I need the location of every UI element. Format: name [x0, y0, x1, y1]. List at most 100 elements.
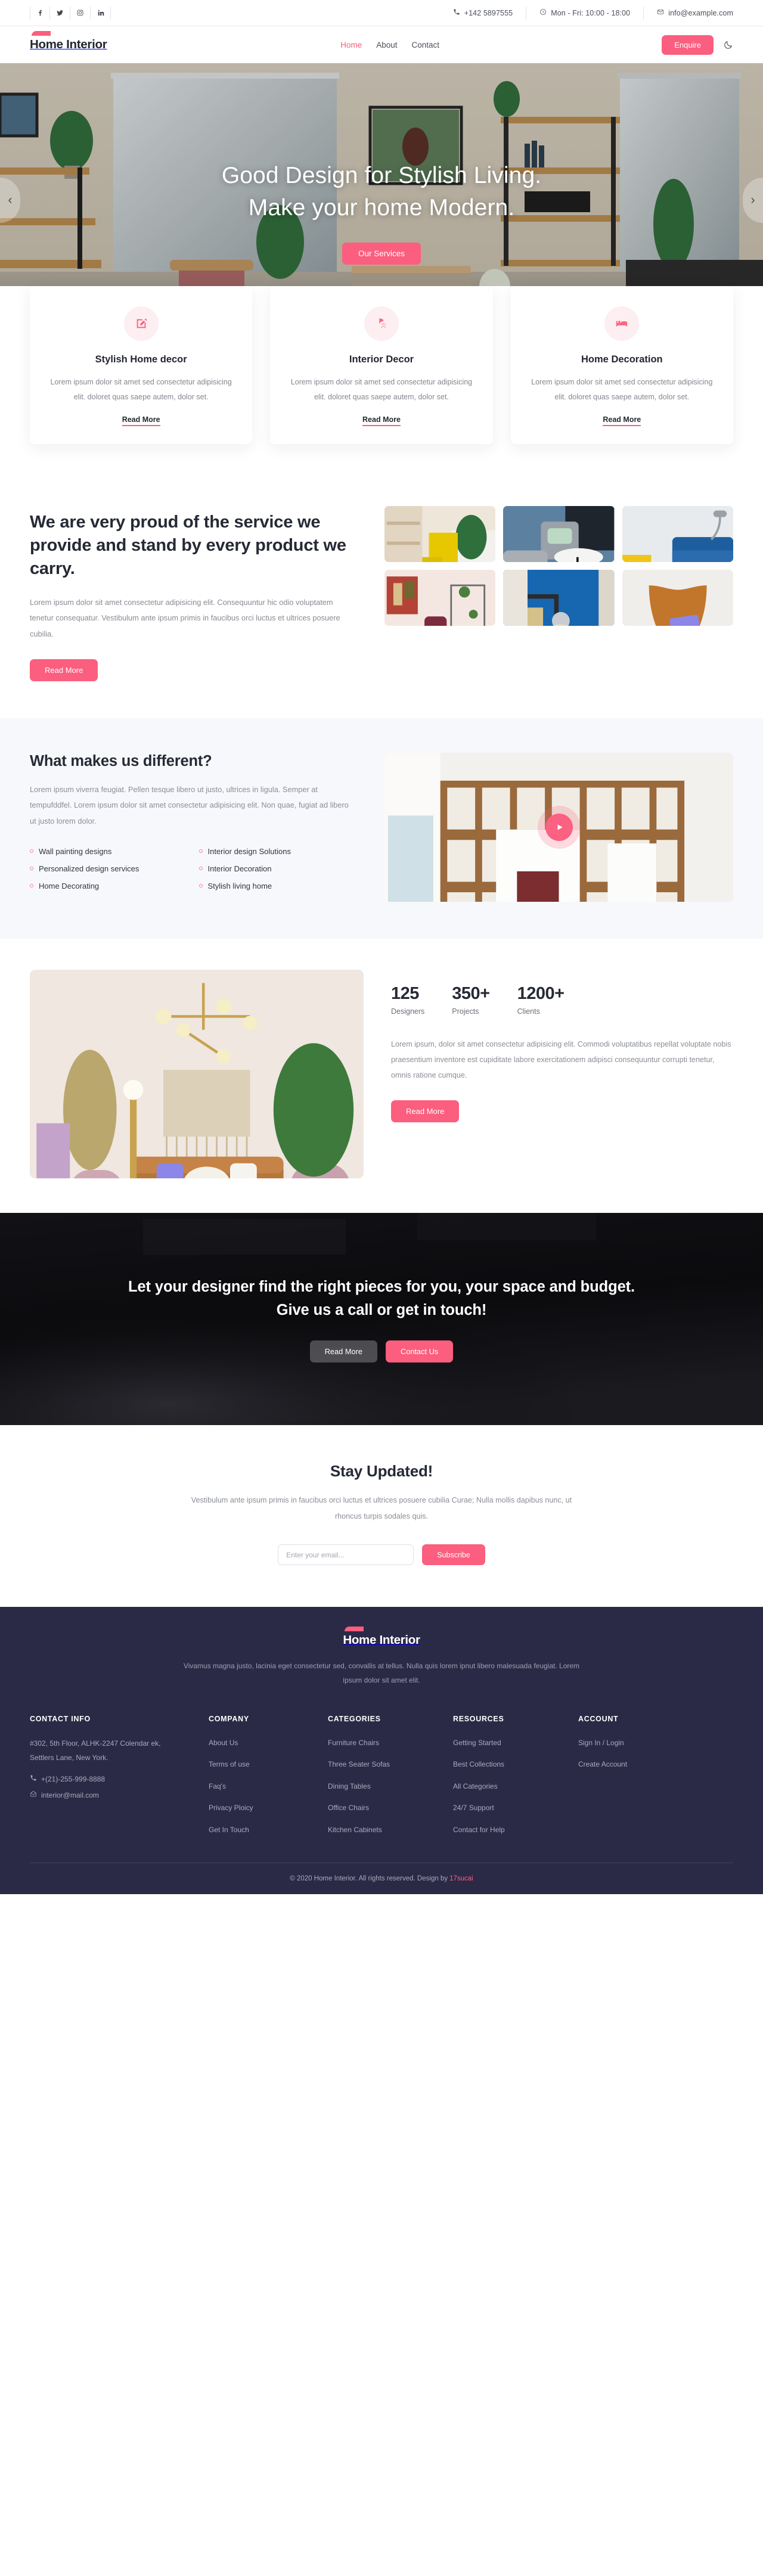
service-card-readmore[interactable]: Read More: [122, 415, 160, 426]
footer-col-account: ACCOUNT Sign In / Login Create Account: [578, 1715, 697, 1845]
footer-col-contact: CONTACT INFO #302, 5th Floor, ALHK-2247 …: [30, 1715, 209, 1845]
stat-label: Projects: [452, 1007, 479, 1016]
footer-link[interactable]: Three Seater Sofas: [328, 1758, 453, 1771]
footer-email[interactable]: interior@mail.com: [30, 1790, 209, 1799]
stats-row: 125 Designers 350+ Projects 1200+ Client…: [391, 984, 733, 1016]
proud-heading: We are very proud of the service we prov…: [30, 513, 346, 578]
bullet-icon: [198, 884, 203, 888]
grey-sofa-coffee-table-photo[interactable]: [503, 506, 615, 562]
living-room-sofa-photo: [30, 970, 364, 1179]
brand-logo[interactable]: Home Interior: [30, 31, 107, 52]
footer-link[interactable]: Get In Touch: [209, 1823, 328, 1837]
footer-link[interactable]: 24/7 Support: [453, 1801, 578, 1815]
topbar-phone: +142 5897555: [440, 6, 527, 20]
footer-link[interactable]: Office Chairs: [328, 1801, 453, 1815]
newsletter-section: Stay Updated! Vestibulum ante ipsum prim…: [0, 1425, 763, 1607]
stats-body: Lorem ipsum, dolor sit amet consectetur …: [391, 1040, 731, 1079]
envelope-icon: [30, 1790, 37, 1799]
list-item: Interior design Solutions: [198, 847, 355, 856]
play-icon[interactable]: [545, 814, 573, 842]
our-services-button[interactable]: Our Services: [342, 243, 421, 265]
footer-brand-logo[interactable]: Home Interior: [343, 1627, 420, 1647]
nav-item-contact[interactable]: Contact: [412, 41, 440, 49]
cta-contactus-button[interactable]: Contact Us: [386, 1340, 454, 1363]
list-item: All Categories: [453, 1780, 578, 1793]
footer-link[interactable]: Contact for Help: [453, 1823, 578, 1837]
list-item: 24/7 Support: [453, 1801, 578, 1815]
different-body: Lorem ipsum viverra feugiat. Pellen tesq…: [30, 785, 349, 825]
footer-link[interactable]: Best Collections: [453, 1758, 578, 1771]
footer-brand-name: Home Interior: [343, 1633, 420, 1647]
service-card[interactable]: Stylish Home decor Lorem ipsum dolor sit…: [30, 286, 253, 444]
video-thumbnail[interactable]: [384, 753, 733, 902]
footer-link[interactable]: Sign In / Login: [578, 1736, 697, 1750]
list-item: Furniture Chairs: [328, 1736, 453, 1750]
envelope-icon: [657, 8, 664, 17]
service-card-readmore[interactable]: Read More: [362, 415, 401, 426]
service-card-title: Stylish Home decor: [95, 354, 187, 365]
footer-link[interactable]: Create Account: [578, 1758, 697, 1771]
footer-link[interactable]: All Categories: [453, 1780, 578, 1793]
stats-readmore-button[interactable]: Read More: [391, 1100, 460, 1122]
service-card-body: Lorem ipsum dolor sit amet sed consectet…: [290, 378, 473, 401]
footer-phone-text: +(21)-255-999-8888: [41, 1774, 106, 1783]
top-info-bar: +142 5897555 Mon - Fri: 10:00 - 18:00 in…: [0, 0, 763, 26]
footer-link[interactable]: About Us: [209, 1736, 328, 1750]
footer-link[interactable]: Kitchen Cabinets: [328, 1823, 453, 1837]
proud-gallery: [384, 506, 733, 626]
footer-link[interactable]: Privacy Ploicy: [209, 1801, 328, 1815]
list-item: Privacy Ploicy: [209, 1801, 328, 1815]
site-footer: Home Interior Vivamus magna justo, lacin…: [0, 1607, 763, 1894]
list-item: Kitchen Cabinets: [328, 1823, 453, 1837]
stat-label: Designers: [391, 1007, 425, 1016]
service-card[interactable]: Interior Decor Lorem ipsum dolor sit ame…: [270, 286, 493, 444]
enquire-button[interactable]: Enquire: [662, 35, 714, 55]
footer-link[interactable]: Faq's: [209, 1780, 328, 1793]
nav-item-home[interactable]: Home: [340, 41, 362, 49]
list-item: Best Collections: [453, 1758, 578, 1771]
pink-room-artwork-photo[interactable]: [384, 570, 496, 626]
stat-number: 350+: [452, 984, 490, 1004]
list-item: Contact for Help: [453, 1823, 578, 1837]
instagram-icon[interactable]: [70, 6, 91, 20]
linkedin-icon[interactable]: [91, 6, 111, 20]
footer-col-categories: CATEGORIES Furniture Chairs Three Seater…: [328, 1715, 453, 1845]
bullet-icon: [30, 884, 33, 888]
email-input[interactable]: [278, 1544, 414, 1566]
main-navbar: Home Interior Home About Contact Enquire: [0, 26, 763, 63]
bullet-icon: [198, 867, 203, 871]
hero-title-line1: Good Design for Stylish Living.: [221, 162, 542, 188]
proud-readmore-button[interactable]: Read More: [30, 659, 98, 682]
cta-readmore-button[interactable]: Read More: [309, 1340, 377, 1363]
blue-sofa-photo[interactable]: [622, 506, 733, 562]
list-item: Get In Touch: [209, 1823, 328, 1837]
service-card[interactable]: Home Decoration Lorem ipsum dolor sit am…: [510, 286, 733, 444]
footer-phone[interactable]: +(21)-255-999-8888: [30, 1774, 209, 1783]
orange-butterfly-chair-photo[interactable]: [622, 570, 733, 626]
facebook-icon[interactable]: [30, 6, 50, 20]
list-item: Personalized design services: [30, 864, 186, 873]
footer-link[interactable]: Furniture Chairs: [328, 1736, 453, 1750]
blue-wall-lamp-photo[interactable]: [503, 570, 615, 626]
nav-item-about[interactable]: About: [376, 41, 397, 49]
moon-icon[interactable]: [723, 40, 733, 50]
hero-title-line2: Make your home Modern.: [248, 194, 515, 221]
copyright-text: © 2020 Home Interior. All rights reserve…: [290, 1874, 448, 1882]
service-card-readmore[interactable]: Read More: [603, 415, 641, 426]
twitter-icon[interactable]: [50, 6, 70, 20]
footer-link[interactable]: Getting Started: [453, 1736, 578, 1750]
footer-link[interactable]: Dining Tables: [328, 1780, 453, 1793]
logo-mark-icon: [32, 31, 51, 36]
list-item: Create Account: [578, 1758, 697, 1771]
footer-link[interactable]: Terms of use: [209, 1758, 328, 1771]
stat-item: 125 Designers: [391, 984, 424, 1016]
subscribe-button[interactable]: Subscribe: [422, 1544, 485, 1566]
brand-name: Home Interior: [30, 38, 107, 51]
footer-col-resources: RESOURCES Getting Started Best Collectio…: [453, 1715, 578, 1845]
stat-item: 1200+ Clients: [517, 984, 565, 1016]
list-item: About Us: [209, 1736, 328, 1750]
designer-credit-link[interactable]: 17sucai: [449, 1875, 473, 1882]
yellow-armchair-photo[interactable]: [384, 506, 496, 562]
stat-number: 125: [391, 984, 419, 1004]
list-item: Wall painting designs: [30, 847, 186, 856]
